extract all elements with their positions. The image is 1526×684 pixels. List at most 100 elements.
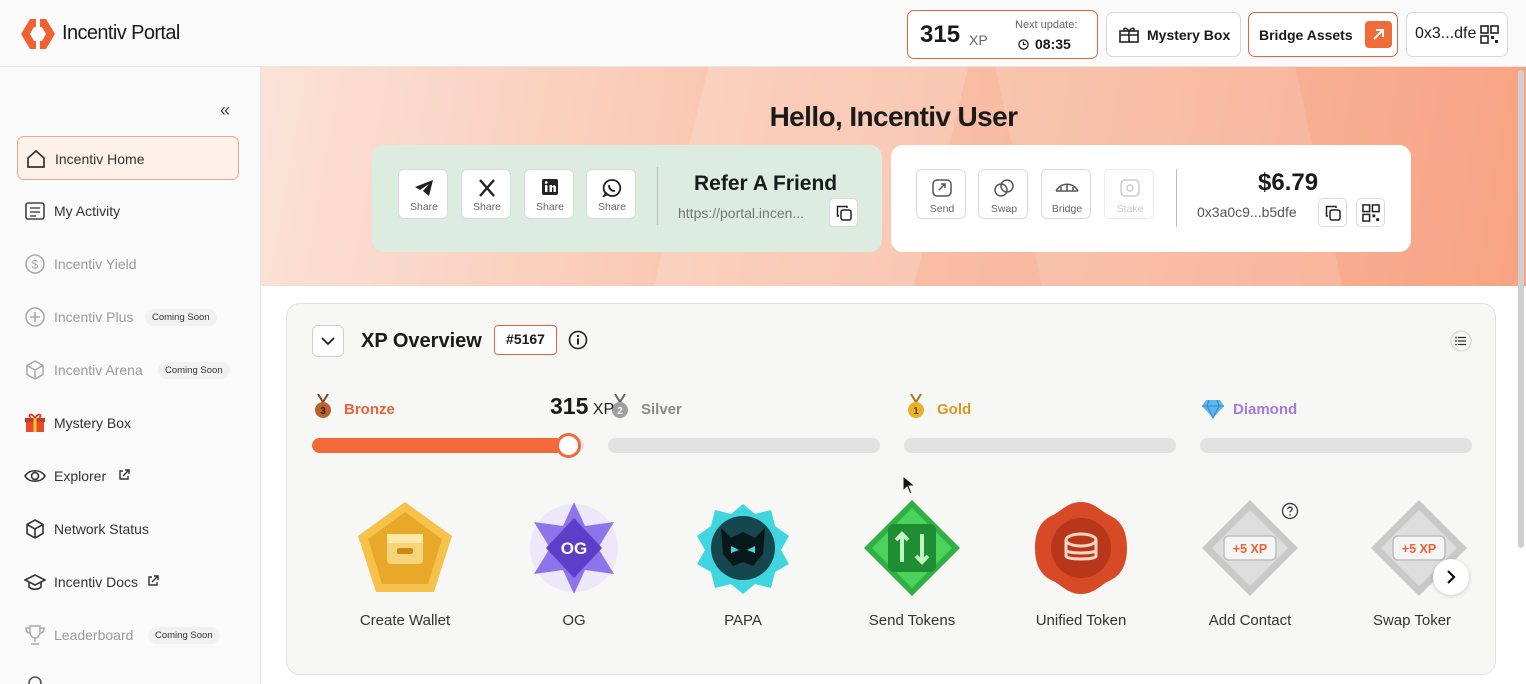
chevron-down-icon	[321, 337, 335, 346]
wallet-address: 0x3a0c9...b5dfe	[1197, 204, 1297, 220]
copy-icon	[1325, 205, 1341, 221]
sidebar-item-leaderboard[interactable]: Leaderboard Coming Soon	[17, 613, 239, 657]
current-xp-label: 315 XP	[550, 393, 614, 420]
x-icon	[479, 179, 495, 197]
send-tokens-badge-icon	[864, 500, 960, 596]
sidebar-item-label: Leaderboard	[54, 627, 134, 643]
share-whatsapp-button[interactable]: Share	[586, 169, 636, 219]
diamond-progress-track	[1200, 438, 1472, 453]
xp-counter[interactable]: 315 XP Next update: 08:35	[907, 10, 1098, 59]
graduation-cap-icon	[24, 574, 46, 591]
next-update-time: 08:35	[1035, 36, 1071, 52]
incentiv-logo-icon[interactable]	[21, 19, 55, 49]
bridge-label: Bridge	[1051, 203, 1083, 215]
diamond-icon	[1202, 399, 1224, 420]
refer-a-friend-card: Share Share Share Share Refer A Friend h…	[372, 145, 882, 252]
wallet-badge-icon	[358, 502, 452, 592]
eye-icon	[24, 469, 46, 483]
gold-progress-track	[904, 438, 1176, 453]
bridge-icon	[1055, 183, 1079, 192]
og-badge-icon: OG	[530, 502, 618, 594]
bronze-progress-track	[312, 438, 584, 453]
arrow-up-right-icon	[1365, 21, 1392, 48]
sidebar-item-mystery-box[interactable]: Mystery Box	[17, 401, 239, 445]
brand-name[interactable]: Incentiv Portal	[62, 22, 180, 45]
send-icon	[932, 179, 952, 197]
qr-code-icon	[1480, 25, 1499, 44]
sidebar-item-label: Incentiv Arena	[54, 362, 143, 378]
swap-label: Swap	[990, 203, 1018, 215]
sidebar-item-incentiv-plus[interactable]: Incentiv Plus Coming Soon	[17, 295, 239, 339]
badge-label: OG	[562, 612, 586, 629]
swap-button[interactable]: Swap	[978, 169, 1028, 219]
mystery-box-button[interactable]: Mystery Box	[1106, 12, 1241, 57]
home-icon	[27, 149, 45, 168]
bridge-assets-label: Bridge Assets	[1259, 27, 1353, 43]
wallet-address-button[interactable]: 0x3...dfe	[1406, 12, 1508, 57]
sidebar-item-incentiv-arena[interactable]: Incentiv Arena Coming Soon	[17, 348, 239, 392]
share-telegram-button[interactable]: Share	[398, 169, 448, 219]
bridge-assets-button[interactable]: Bridge Assets	[1248, 12, 1398, 57]
copy-referral-button[interactable]	[829, 198, 858, 227]
tier-name: Silver	[641, 401, 682, 418]
share-linkedin-button[interactable]: Share	[524, 169, 574, 219]
help-icon[interactable]	[1281, 502, 1299, 520]
sidebar-item-label: Network Status	[54, 521, 149, 537]
tier-name: Gold	[937, 401, 972, 418]
sidebar-item-incentiv-home[interactable]: Incentiv Home	[17, 136, 239, 180]
coming-soon-badge: Coming Soon	[158, 362, 230, 379]
tier-name: Diamond	[1233, 401, 1298, 418]
xp-overview-panel: XP Overview #5167 3 Bronze 2 Silver 1 Go…	[286, 303, 1496, 675]
share-label: Share	[472, 201, 502, 213]
hero-banner: Hello, Incentiv User Share Share Share S…	[261, 67, 1526, 286]
sidebar-item-network-status[interactable]: Network Status	[17, 507, 239, 551]
current-xp-unit: XP	[592, 401, 615, 418]
linkedin-icon	[542, 179, 558, 195]
share-label: Share	[409, 201, 439, 213]
whatsapp-icon	[602, 179, 622, 197]
bridge-button[interactable]: Bridge	[1041, 169, 1091, 219]
page-scrollbar[interactable]	[1518, 70, 1524, 548]
top-bar: Incentiv Portal 315 XP Next update: 08:3…	[0, 0, 1526, 67]
badge-label: Swap Toker	[1372, 612, 1452, 629]
badge-label: Unified Token	[1035, 612, 1127, 629]
tier-name: Bronze	[344, 401, 395, 418]
coming-soon-badge: Coming Soon	[145, 309, 217, 326]
refer-title: Refer A Friend	[694, 172, 838, 195]
progress-knob[interactable]	[556, 433, 581, 458]
current-xp-value: 315	[550, 393, 589, 419]
next-badges-button[interactable]	[1433, 559, 1469, 595]
cube-icon	[26, 360, 44, 380]
badge-label: Create Wallet	[359, 612, 451, 629]
gold-medal-icon: 1	[908, 394, 924, 418]
silver-progress-track	[608, 438, 880, 453]
dollar-icon: $	[25, 254, 45, 274]
greeting-title: Hello, Incentiv User	[769, 101, 1018, 132]
show-qr-button[interactable]	[1356, 198, 1385, 227]
qr-code-icon	[1362, 204, 1380, 222]
sidebar: « Incentiv Home My Activity $ Incentiv Y…	[0, 67, 261, 684]
collapse-xp-button[interactable]	[312, 325, 344, 357]
activity-icon	[25, 202, 45, 220]
svg-text:3: 3	[320, 406, 326, 417]
copy-address-button[interactable]	[1318, 198, 1347, 227]
settings-icon[interactable]	[24, 674, 46, 684]
sidebar-item-incentiv-docs[interactable]: Incentiv Docs	[17, 560, 239, 604]
sidebar-item-label: Incentiv Plus	[54, 309, 134, 325]
referral-url[interactable]: https://portal.incen...	[678, 205, 804, 221]
sidebar-item-explorer[interactable]: Explorer	[17, 454, 239, 498]
external-link-icon	[148, 575, 159, 586]
stake-button[interactable]: Stake	[1104, 169, 1154, 219]
telegram-icon	[415, 180, 433, 196]
list-view-icon[interactable]	[1450, 330, 1472, 352]
clock-icon	[1018, 39, 1029, 50]
sidebar-item-incentiv-yield[interactable]: $ Incentiv Yield	[17, 242, 239, 286]
sidebar-item-my-activity[interactable]: My Activity	[17, 189, 239, 233]
share-x-button[interactable]: Share	[461, 169, 511, 219]
info-icon[interactable]	[568, 330, 588, 350]
send-button[interactable]: Send	[916, 169, 966, 219]
coming-soon-badge: Coming Soon	[148, 627, 220, 644]
mystery-box-label: Mystery Box	[1147, 27, 1231, 43]
collapse-sidebar-icon[interactable]: «	[220, 100, 230, 121]
swap-icon	[994, 179, 1014, 197]
